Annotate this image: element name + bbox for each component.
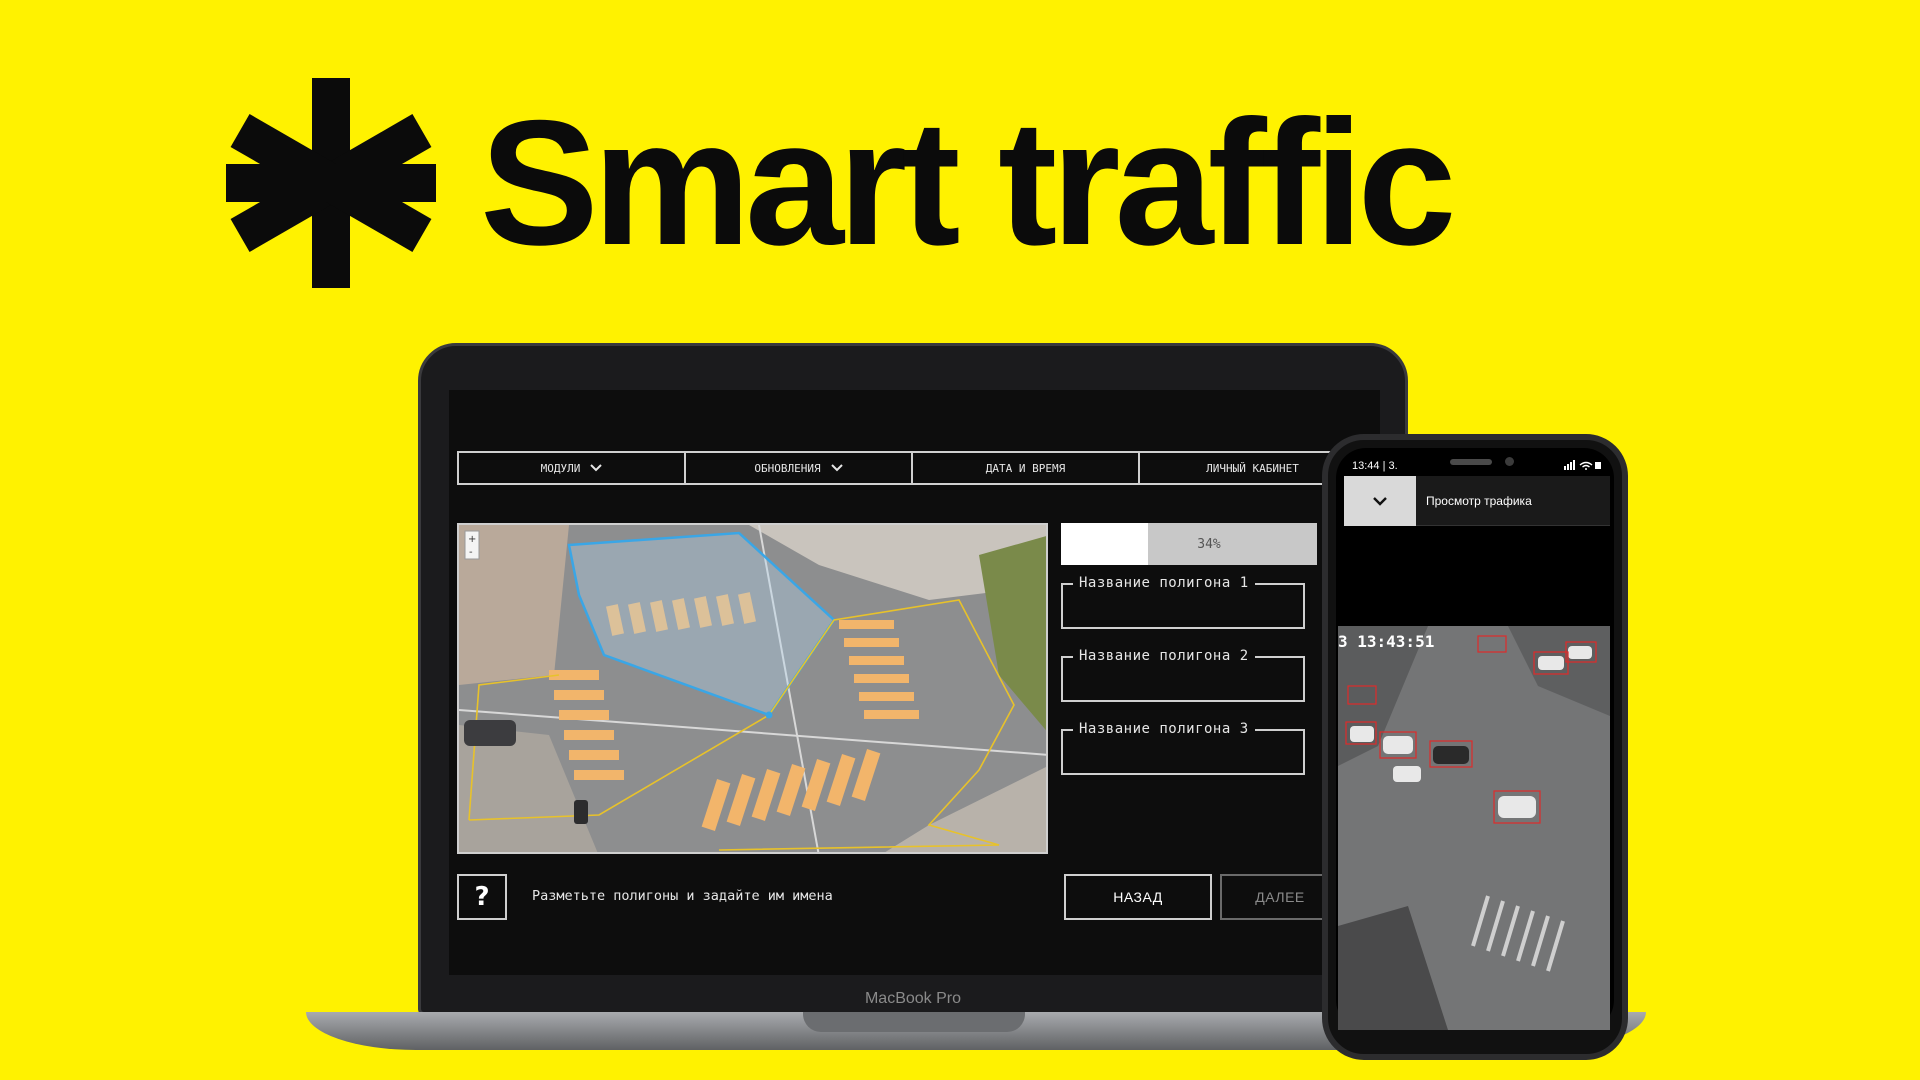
polygon-name-field-3[interactable]: Название полигона 3 (1061, 721, 1305, 775)
phone-header: Просмотр трафика (1344, 475, 1610, 526)
instruction-text: Разметьте полигоны и задайте им имена (532, 888, 833, 904)
nav-updates[interactable]: ОБНОВЛЕНИЯ (686, 453, 913, 483)
laptop-notch (803, 1012, 1025, 1032)
phone-dropdown-button[interactable] (1344, 475, 1416, 526)
polygon-name-field-2[interactable]: Название полигона 2 (1061, 648, 1305, 702)
chevron-down-icon (590, 464, 603, 472)
chevron-down-icon (1373, 496, 1387, 506)
intersection-camera-view[interactable]: + - (457, 523, 1048, 854)
chevron-down-icon (830, 464, 843, 472)
signal-wifi-icon (1564, 459, 1601, 470)
nav-modules[interactable]: МОДУЛИ (459, 453, 686, 483)
phone-status-time: 13:44 | 3. (1352, 460, 1398, 472)
status-icons (1562, 459, 1602, 473)
top-navigation: МОДУЛИ ОБНОВЛЕНИЯ ДАТА И ВРЕМЯ ЛИЧНЫЙ КА… (457, 451, 1367, 485)
nav-modules-label: МОДУЛИ (540, 461, 581, 475)
back-button[interactable]: НАЗАД (1064, 874, 1212, 920)
laptop-brand-label: MacBook Pro (864, 990, 962, 1007)
polygon-name-label-3: Название полигона 3 (1073, 721, 1255, 737)
intersection-image[interactable]: + - (459, 525, 1048, 854)
nav-date-time[interactable]: ДАТА И ВРЕМЯ (913, 453, 1140, 483)
svg-text:-: - (469, 547, 473, 558)
upload-progress-bar: 34% (1061, 523, 1317, 565)
asterisk-logo-icon (226, 78, 436, 288)
traffic-feed-image (1338, 626, 1610, 1030)
nav-account-label: ЛИЧНЫЙ КАБИНЕТ (1206, 461, 1299, 475)
svg-text:+: + (468, 534, 476, 545)
help-button[interactable]: ? (457, 874, 507, 920)
camera-timestamp: 3 13:43:51 (1338, 632, 1435, 651)
nav-updates-label: ОБНОВЛЕНИЯ (754, 461, 821, 475)
polygon-name-label-1: Название полигона 1 (1073, 575, 1255, 591)
headline: Smart traffic (226, 78, 1457, 288)
nav-date-time-label: ДАТА И ВРЕМЯ (985, 461, 1066, 475)
progress-percent: 34% (1197, 536, 1221, 552)
traffic-camera-feed[interactable] (1338, 626, 1610, 1030)
page-title: Smart traffic (480, 83, 1457, 282)
phone-header-title: Просмотр трафика (1426, 493, 1532, 508)
phone-status-bar: 13:44 | 3. (1352, 458, 1602, 474)
polygon-name-label-2: Название полигона 2 (1073, 648, 1255, 664)
polygon-name-field-1[interactable]: Название полигона 1 (1061, 575, 1305, 629)
